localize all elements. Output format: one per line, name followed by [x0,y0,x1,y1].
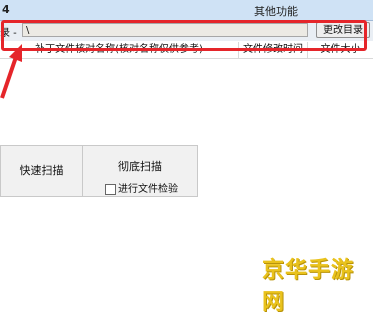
window-title-number: 4 [2,3,10,16]
red-arrow-icon [0,44,22,99]
watermark: 京华手游网 [262,258,355,315]
scan-panel: 快速扫描 彻底扫描 进行文件检验 [0,145,198,197]
title-bar: 4 其他功能 [0,0,373,21]
quick-scan-button[interactable]: 快速扫描 [1,146,83,196]
file-check-label: 进行文件检验 [118,184,178,195]
deep-scan-button[interactable]: 彻底扫描 [83,158,197,174]
highlight-frame [1,20,367,51]
file-check-option[interactable]: 进行文件检验 [105,180,178,195]
file-check-checkbox[interactable] [105,183,116,195]
other-functions-menu[interactable]: 其他功能 [254,3,298,19]
